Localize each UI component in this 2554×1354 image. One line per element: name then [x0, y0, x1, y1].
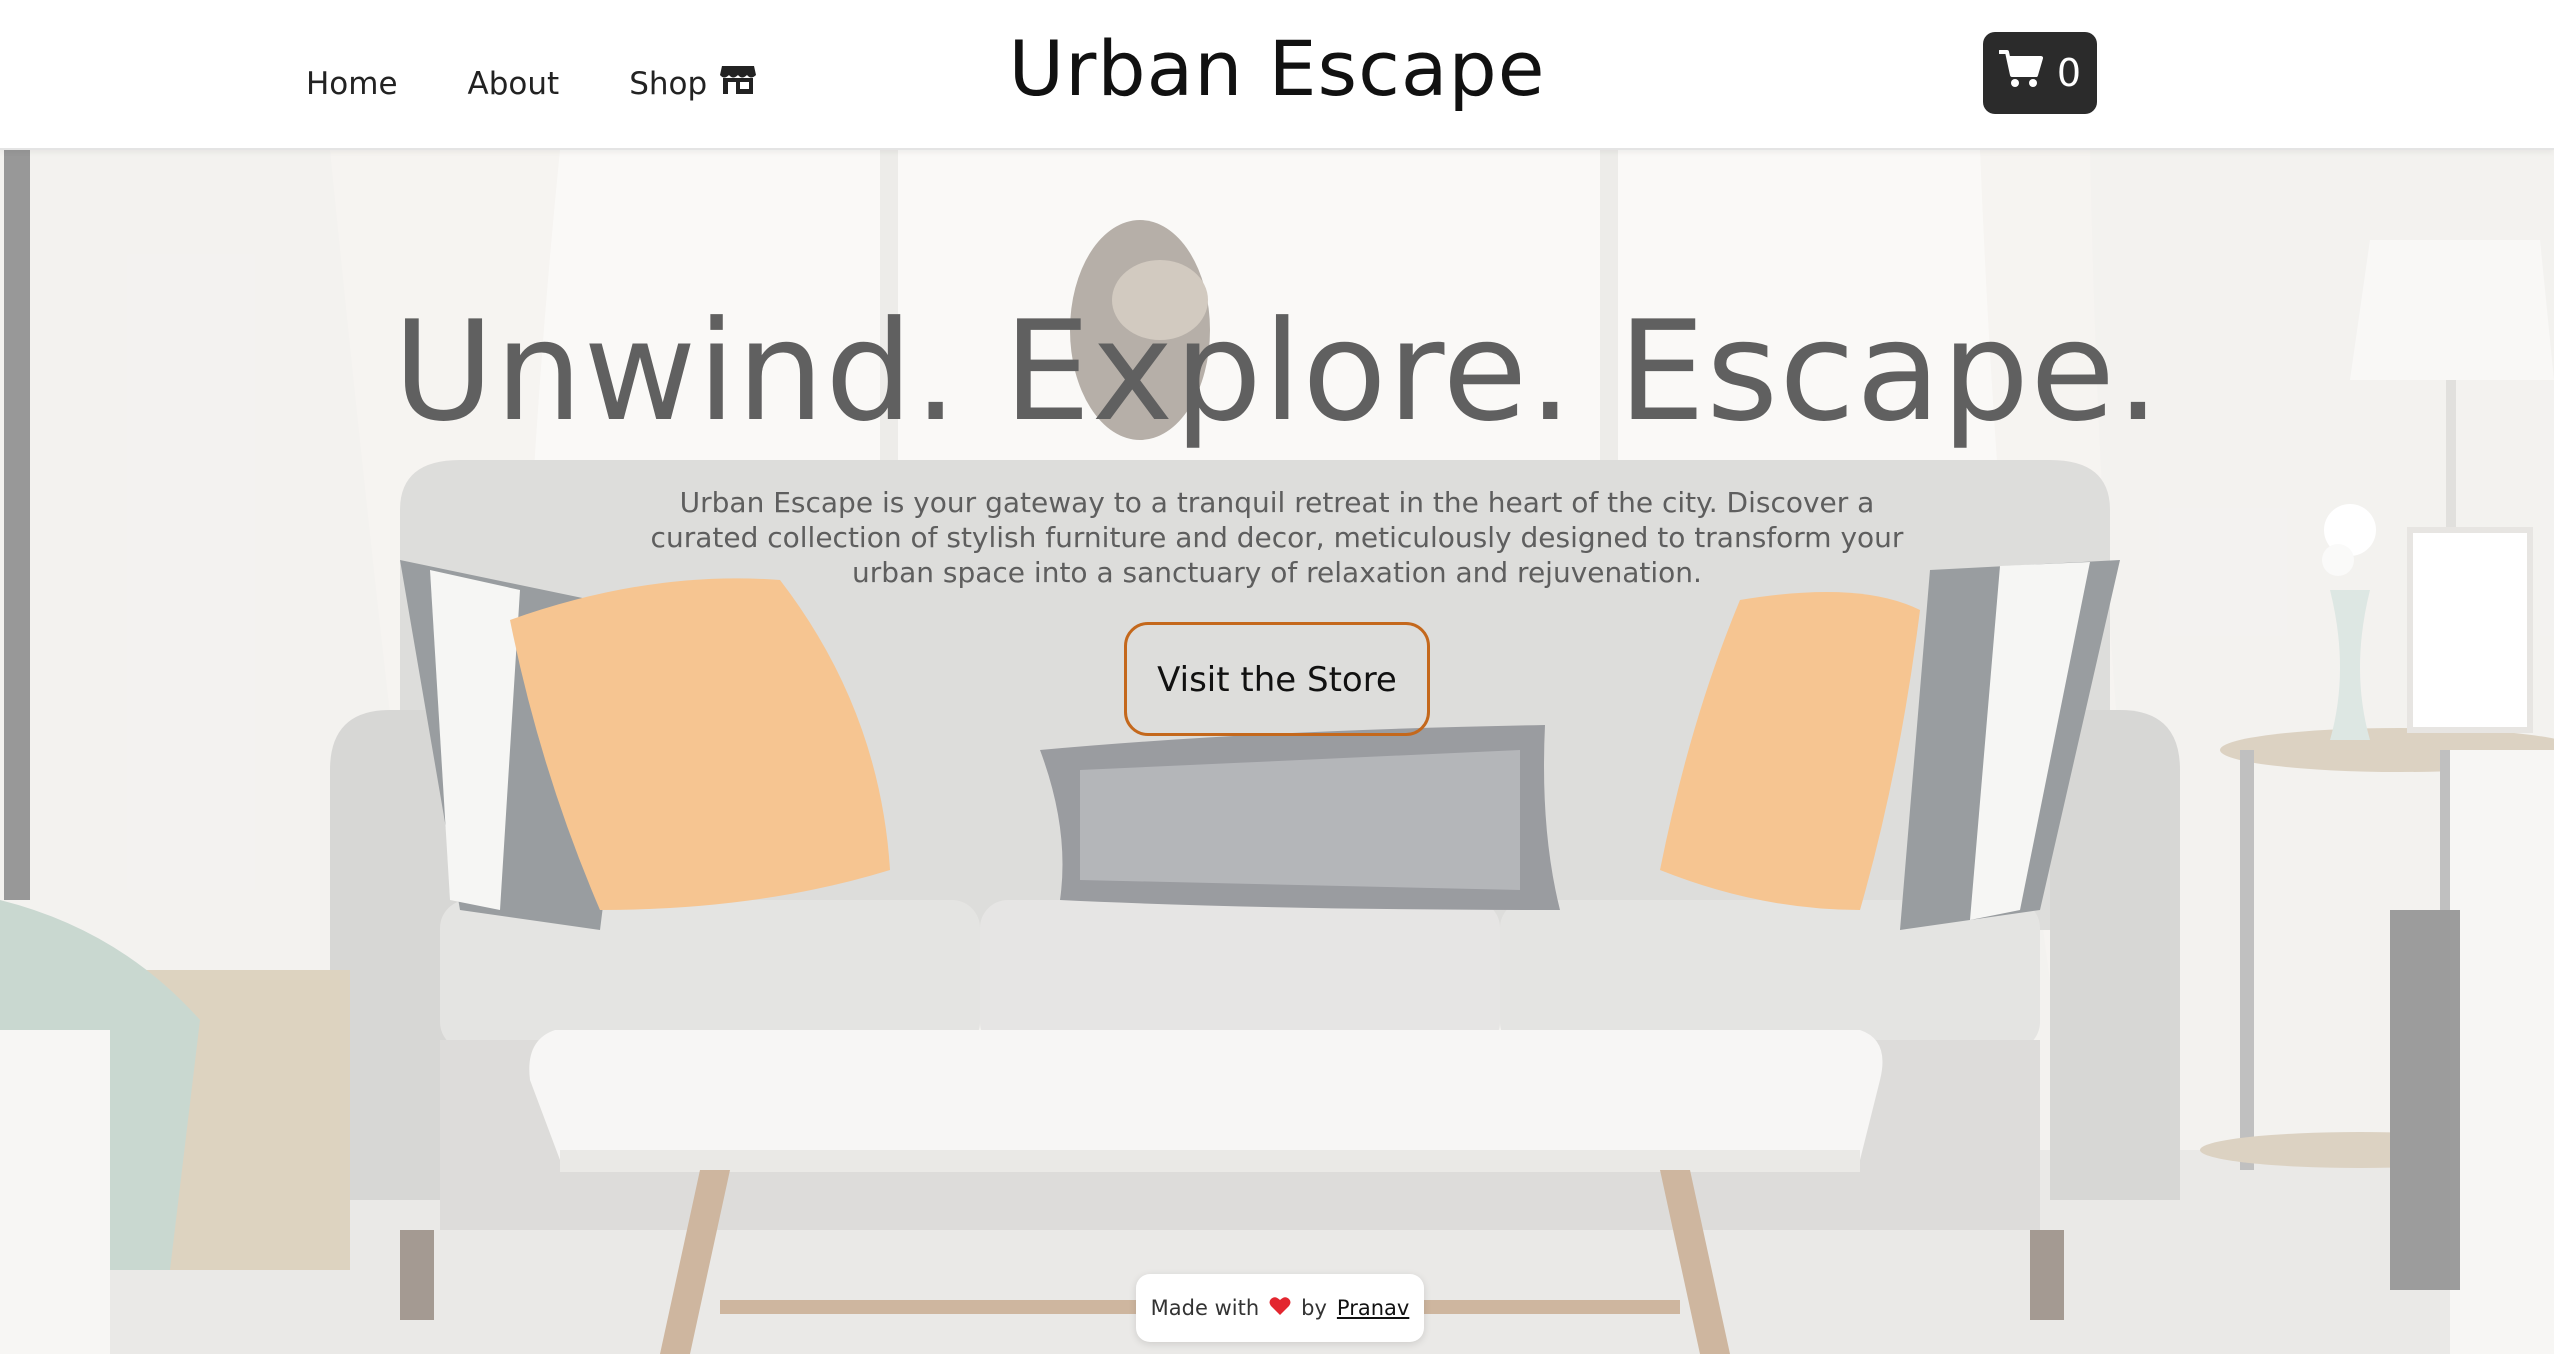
nav-link-about-label: About	[467, 66, 560, 102]
shop-icon	[719, 64, 757, 104]
nav-link-shop[interactable]: Shop	[629, 64, 757, 104]
hero-content: Unwind. Explore. Escape. Urban Escape is…	[0, 291, 2554, 736]
nav-link-home[interactable]: Home	[306, 66, 398, 102]
author-link[interactable]: Pranav	[1337, 1296, 1409, 1320]
hero-description: Urban Escape is your gateway to a tranqu…	[650, 485, 1904, 589]
heart-icon	[1269, 1296, 1291, 1321]
cart-icon	[1997, 49, 2043, 98]
cart-button[interactable]: 0	[1983, 32, 2097, 114]
credit-badge: Made with by Pranav	[1136, 1274, 1424, 1342]
hero-title: Unwind. Explore. Escape.	[393, 291, 2161, 452]
credit-by: by	[1301, 1296, 1327, 1320]
brand-title[interactable]: Urban Escape	[1009, 24, 1546, 113]
nav-link-about[interactable]: About	[468, 66, 560, 102]
nav-link-home-label: Home	[306, 66, 398, 102]
visit-store-button[interactable]: Visit the Store	[1124, 621, 1430, 736]
nav-link-shop-label: Shop	[629, 66, 708, 102]
navbar: Home About Shop Urban Escape 0	[0, 0, 2554, 150]
nav-links: Home About Shop	[306, 0, 757, 150]
credit-prefix: Made with	[1150, 1296, 1260, 1320]
hero-section: Unwind. Explore. Escape. Urban Escape is…	[0, 150, 2554, 1354]
cart-count: 0	[2056, 51, 2082, 95]
